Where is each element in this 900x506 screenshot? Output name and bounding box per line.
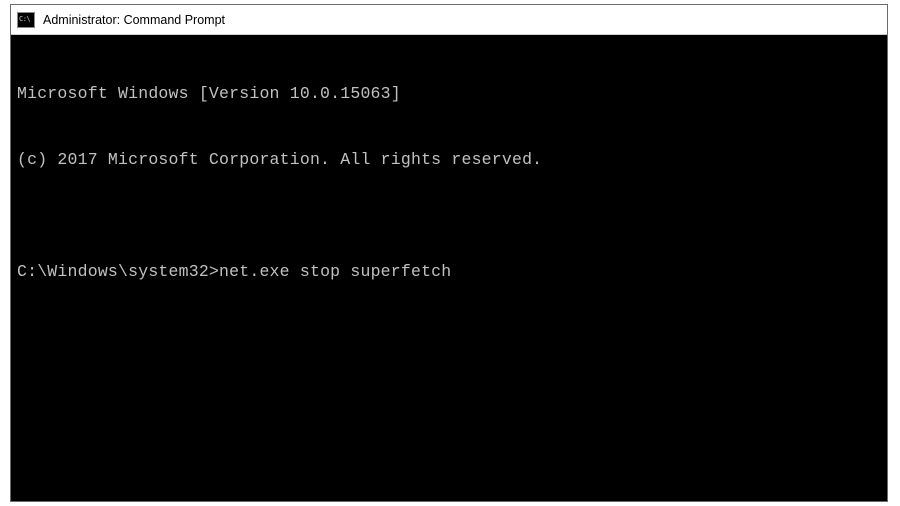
- command-prompt-window: C:\ Administrator: Command Prompt Micros…: [10, 4, 888, 502]
- terminal-output-line: (c) 2017 Microsoft Corporation. All righ…: [17, 149, 881, 171]
- terminal-prompt: C:\Windows\system32>: [17, 261, 219, 283]
- cmd-icon: C:\: [17, 12, 35, 28]
- terminal-output-line: Microsoft Windows [Version 10.0.15063]: [17, 83, 881, 105]
- terminal-area[interactable]: Microsoft Windows [Version 10.0.15063] (…: [11, 35, 887, 501]
- terminal-prompt-line: C:\Windows\system32>: [17, 261, 881, 283]
- titlebar[interactable]: C:\ Administrator: Command Prompt: [11, 5, 887, 35]
- window-title: Administrator: Command Prompt: [43, 13, 225, 27]
- cmd-icon-label: C:\: [19, 16, 30, 23]
- terminal-input[interactable]: [219, 261, 881, 283]
